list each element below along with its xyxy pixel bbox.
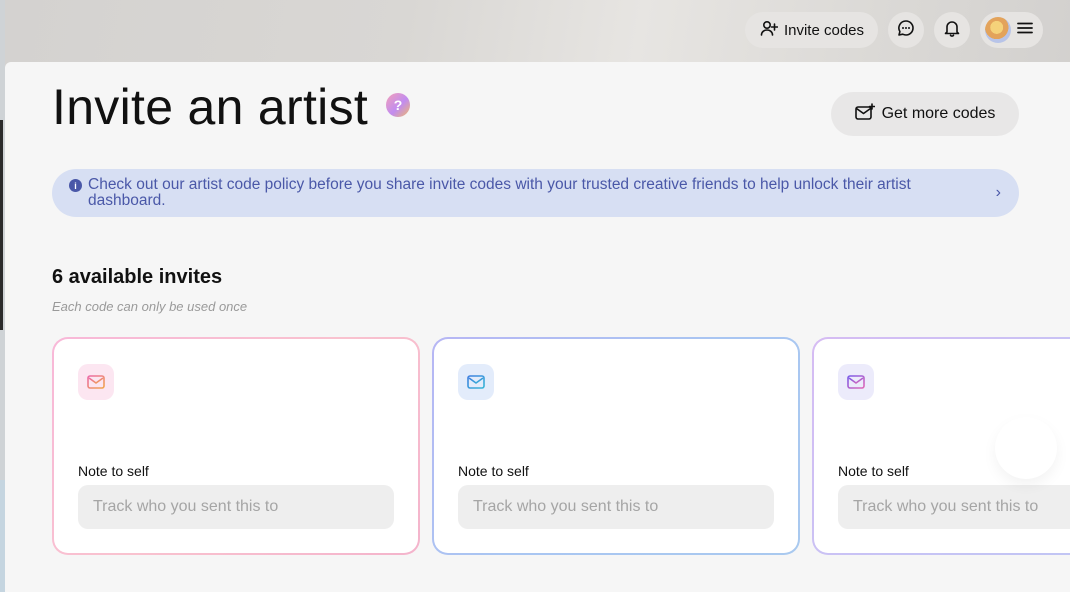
available-invites-title: 6 available invites	[52, 266, 223, 288]
help-icon[interactable]: ?	[386, 93, 410, 117]
invite-codes-button[interactable]: Invite codes	[744, 12, 878, 48]
note-to-self-input[interactable]	[838, 485, 1070, 529]
note-to-self-label: Note to self	[78, 463, 149, 479]
invite-card: Note to self	[52, 337, 420, 555]
menu-icon	[1017, 21, 1033, 39]
envelope-icon	[458, 364, 494, 400]
note-to-self-input[interactable]	[458, 485, 774, 529]
get-more-codes-button[interactable]: Get more codes	[831, 92, 1019, 136]
chat-icon	[897, 19, 915, 42]
page-title: Invite an artist	[52, 79, 369, 135]
available-invites-subtitle: Each code can only be used once	[52, 299, 248, 314]
bell-icon	[943, 19, 961, 42]
envelope-icon	[838, 364, 874, 400]
chevron-right-icon: ›	[995, 184, 1001, 201]
note-to-self-input[interactable]	[78, 485, 394, 529]
get-more-codes-label: Get more codes	[881, 105, 996, 122]
policy-banner[interactable]: i Check out our artist code policy befor…	[52, 169, 1019, 217]
edge-dark-bar	[0, 120, 3, 330]
envelope-icon	[78, 364, 114, 400]
info-icon: i	[69, 179, 82, 192]
invite-codes-label: Invite codes	[783, 21, 864, 39]
top-bar: Invite codes	[744, 12, 1043, 48]
notifications-button[interactable]	[934, 12, 970, 48]
invite-card: Note to self	[432, 337, 800, 555]
floating-action-ghost	[995, 417, 1057, 479]
avatar	[985, 17, 1011, 43]
mail-plus-icon	[854, 102, 875, 126]
messages-button[interactable]	[888, 12, 924, 48]
note-to-self-label: Note to self	[458, 463, 529, 479]
note-to-self-label: Note to self	[838, 463, 909, 479]
main-panel: Invite an artist ? Get more codes i Chec…	[5, 62, 1070, 592]
policy-banner-text: Check out our artist code policy before …	[88, 176, 911, 209]
user-plus-icon	[760, 20, 779, 40]
profile-menu-button[interactable]	[980, 12, 1043, 48]
